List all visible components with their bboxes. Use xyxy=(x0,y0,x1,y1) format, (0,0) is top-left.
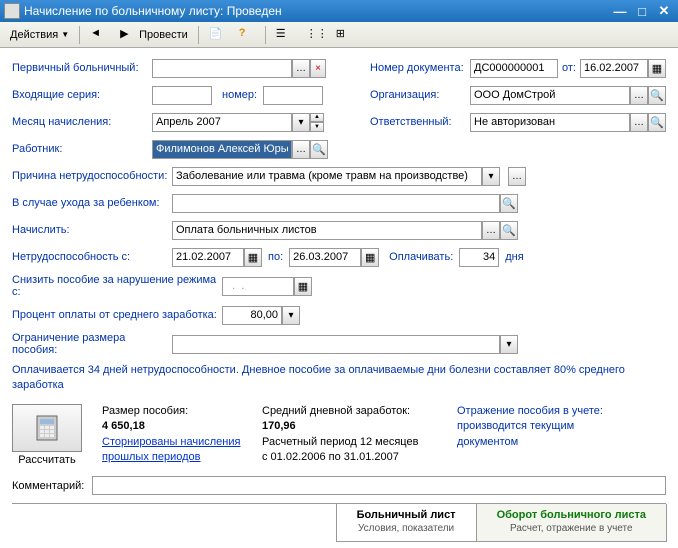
tb-icon-list1[interactable]: ☰ xyxy=(270,25,298,45)
primary-lookup[interactable]: … xyxy=(292,59,310,78)
series-label: Входящие серия: xyxy=(12,89,152,101)
child-search[interactable]: 🔍 xyxy=(500,194,518,213)
info-text: Оплачивается 34 дней нетрудоспособности.… xyxy=(12,363,666,394)
list-icon: ☰ xyxy=(276,27,292,43)
percent-dropdown[interactable]: ▾ xyxy=(282,306,300,325)
disab-from-input[interactable] xyxy=(172,248,244,267)
accrue-search[interactable]: 🔍 xyxy=(500,221,518,240)
app-icon xyxy=(4,3,20,19)
resp-label: Ответственный: xyxy=(370,116,470,128)
minimize-button[interactable]: ― xyxy=(610,3,630,19)
tb-icon-tree[interactable]: ⊞ xyxy=(330,25,358,45)
reflection-text: производится текущим документом xyxy=(457,419,617,450)
reason-label: Причина нетрудоспособности: xyxy=(12,170,172,182)
calculate-button[interactable] xyxy=(12,404,82,452)
reason-extra[interactable]: … xyxy=(508,167,526,186)
back-button[interactable]: ◄ xyxy=(84,25,112,45)
reflection-label: Отражение пособия в учете: xyxy=(457,404,617,419)
accrue-input[interactable] xyxy=(172,221,482,240)
org-search[interactable]: 🔍 xyxy=(648,86,666,105)
benefit-size-label: Размер пособия: xyxy=(102,404,242,419)
actions-menu[interactable]: Действия ▼ xyxy=(4,25,75,45)
avg-daily-label: Средний дневной заработок: xyxy=(262,404,437,419)
calculate-label: Рассчитать xyxy=(12,454,82,466)
worker-lookup[interactable]: … xyxy=(292,140,310,159)
accrue-lookup[interactable]: … xyxy=(482,221,500,240)
resp-input[interactable] xyxy=(470,113,630,132)
docnum-label: Номер документа: xyxy=(370,62,470,74)
reduce-picker[interactable]: ▦ xyxy=(294,277,312,296)
play-icon: ▶ xyxy=(120,27,136,43)
docnum-input[interactable] xyxy=(470,59,558,78)
month-input[interactable] xyxy=(152,113,292,132)
disab-from-label: Нетрудоспособность с: xyxy=(12,251,172,263)
reason-dropdown[interactable]: ▾ xyxy=(482,167,500,186)
month-spinner[interactable]: ▲▼ xyxy=(310,113,324,132)
resp-search[interactable]: 🔍 xyxy=(648,113,666,132)
storno-link[interactable]: Сторнированы начисления прошлых периодов xyxy=(102,435,242,466)
window-title: Начисление по больничному листу: Проведе… xyxy=(24,4,608,18)
tab-sick-leave[interactable]: Больничный листУсловия, показатели xyxy=(336,504,477,542)
benefit-size-value: 4 650,18 xyxy=(102,419,242,434)
accrue-label: Начислить: xyxy=(12,224,172,236)
limit-input[interactable] xyxy=(172,335,500,354)
disab-from-picker[interactable]: ▦ xyxy=(244,248,262,267)
calculator-icon xyxy=(31,412,63,444)
arrow-left-icon: ◄ xyxy=(90,27,106,43)
maximize-button[interactable]: □ xyxy=(632,3,652,19)
comment-input[interactable] xyxy=(92,476,666,495)
primary-label: Первичный больничный: xyxy=(12,62,152,74)
tree-icon: ⊞ xyxy=(336,27,352,43)
from-date-picker[interactable]: ▦ xyxy=(648,59,666,78)
tb-icon-help[interactable]: ? xyxy=(233,25,261,45)
avg-daily-value: 170,96 xyxy=(262,419,437,434)
run-button[interactable]: ▶Провести xyxy=(114,25,194,45)
limit-label: Ограничение размера пособия: xyxy=(12,332,172,356)
disab-to-input[interactable] xyxy=(289,248,361,267)
tab-turnover[interactable]: Оборот больничного листаРасчет, отражени… xyxy=(476,504,667,542)
org-label: Организация: xyxy=(370,89,470,101)
to-label: по: xyxy=(268,251,283,263)
org-input[interactable] xyxy=(470,86,630,105)
percent-input[interactable] xyxy=(222,306,282,325)
reduce-input[interactable] xyxy=(222,277,294,296)
child-input[interactable] xyxy=(172,194,500,213)
pay-days-input[interactable] xyxy=(459,248,499,267)
primary-clear[interactable]: × xyxy=(310,59,326,78)
reason-input[interactable] xyxy=(172,167,482,186)
tb-icon-list2[interactable]: ⋮⋮ xyxy=(300,25,328,45)
number-input[interactable] xyxy=(263,86,323,105)
worker-input[interactable] xyxy=(152,140,292,159)
series-input[interactable] xyxy=(152,86,212,105)
month-dropdown[interactable]: ▾ xyxy=(292,113,310,132)
org-lookup[interactable]: … xyxy=(630,86,648,105)
child-label: В случае ухода за ребенком: xyxy=(12,197,172,209)
period-text1: Расчетный период 12 месяцев xyxy=(262,435,437,450)
from-date-input[interactable] xyxy=(580,59,648,78)
comment-label: Комментарий: xyxy=(12,480,92,492)
period-text2: с 01.02.2006 по 31.01.2007 xyxy=(262,450,437,465)
worker-search[interactable]: 🔍 xyxy=(310,140,328,159)
percent-label: Процент оплаты от среднего заработка: xyxy=(12,309,222,321)
list2-icon: ⋮⋮ xyxy=(306,27,322,43)
tb-icon-1[interactable]: 📄 xyxy=(203,25,231,45)
pay-label: Оплачивать: xyxy=(389,251,453,263)
month-label: Месяц начисления: xyxy=(12,116,152,128)
disab-to-picker[interactable]: ▦ xyxy=(361,248,379,267)
help-icon: ? xyxy=(239,27,255,43)
worker-label: Работник: xyxy=(12,143,152,155)
primary-input[interactable] xyxy=(152,59,292,78)
limit-dropdown[interactable]: ▾ xyxy=(500,335,518,354)
days-label: дня xyxy=(505,251,523,263)
close-button[interactable]: ✕ xyxy=(654,3,674,19)
resp-lookup[interactable]: … xyxy=(630,113,648,132)
doc-icon: 📄 xyxy=(209,27,225,43)
reduce-label: Снизить пособие за нарушение режима с: xyxy=(12,274,222,298)
from-label: от: xyxy=(562,62,576,74)
number-label: номер: xyxy=(222,89,257,101)
